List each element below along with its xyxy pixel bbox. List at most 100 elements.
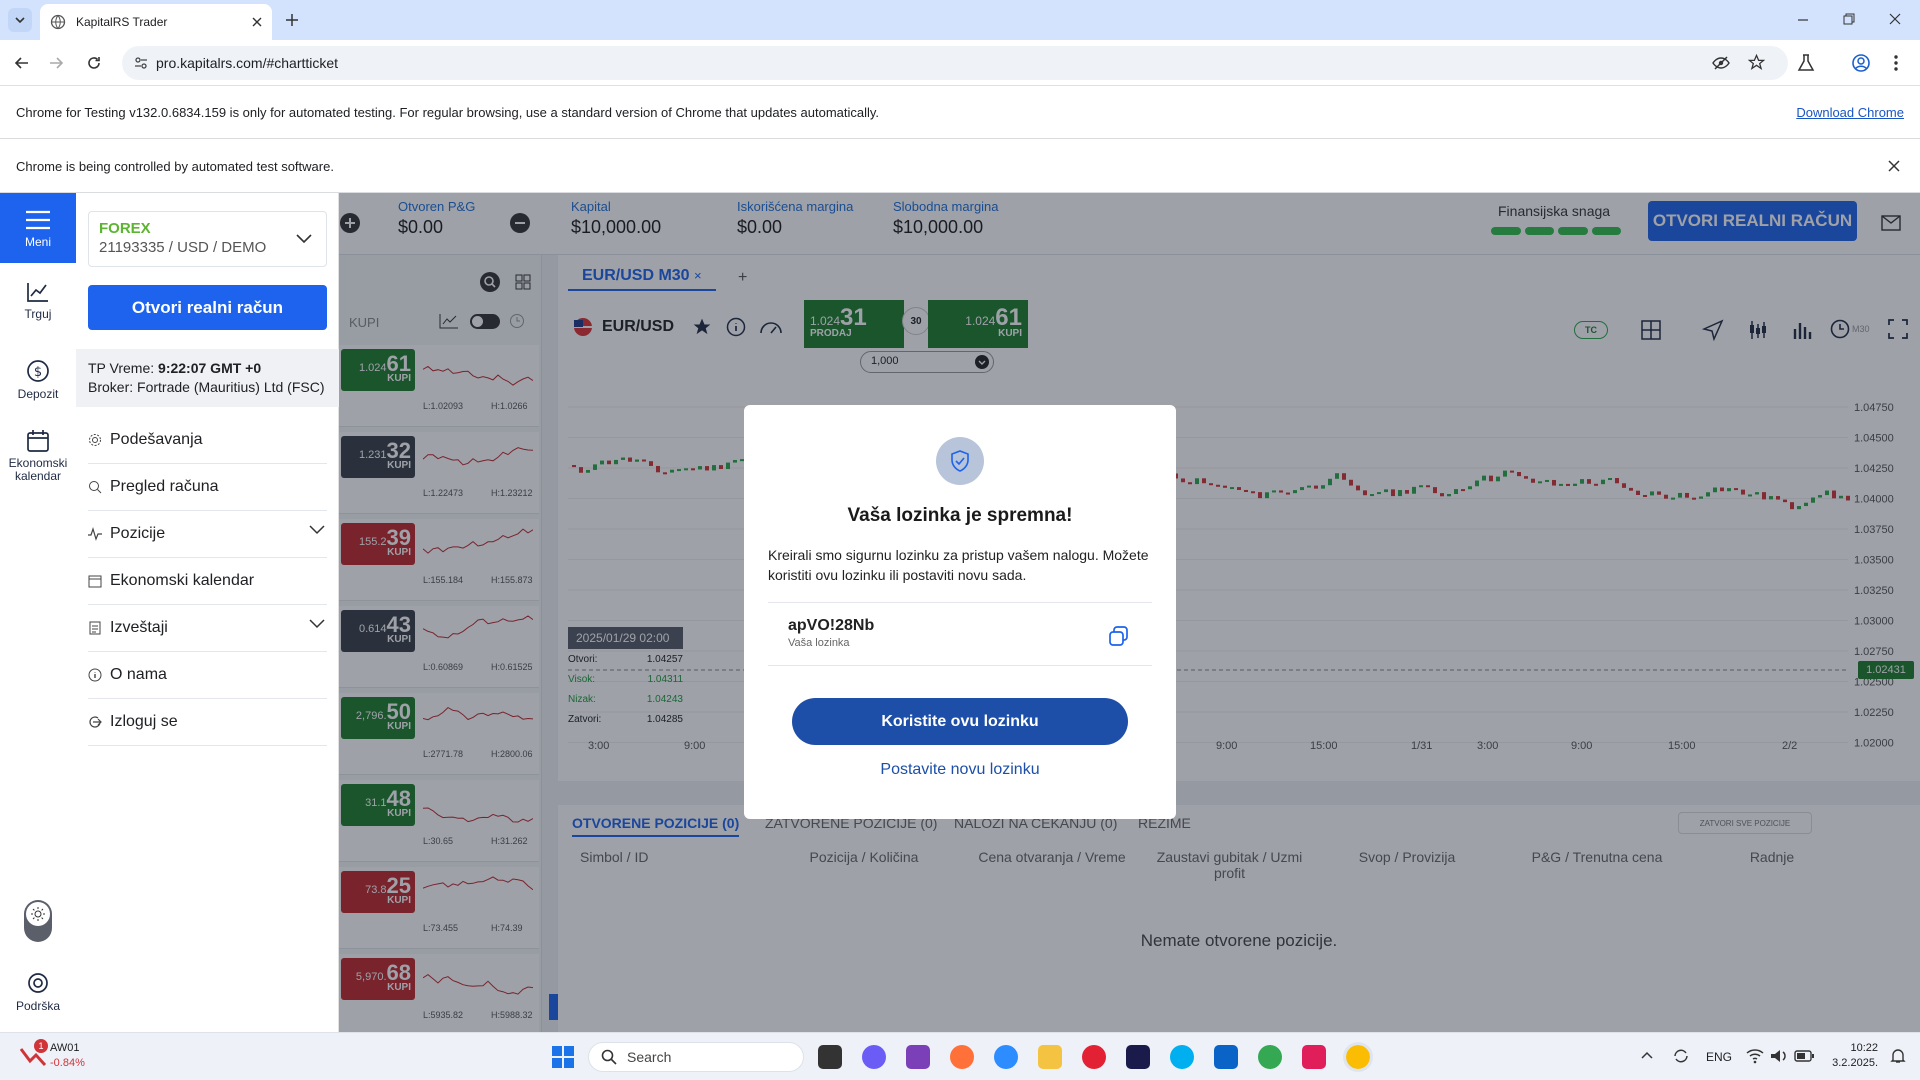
skype-icon[interactable] xyxy=(1170,1045,1194,1069)
rail-menu-button[interactable]: Meni xyxy=(0,193,76,263)
rail-trade-label: Trguj xyxy=(24,307,52,321)
notification-bell-icon[interactable] xyxy=(1890,1048,1906,1064)
gear-icon xyxy=(89,434,101,446)
browser-tab[interactable]: KapitalRS Trader xyxy=(40,4,272,40)
side-rail: Meni Trguj $ Depozit Ekonomski kalendar … xyxy=(0,193,76,1032)
account-id: 21193335 / USD / DEMO xyxy=(99,239,267,256)
testing-notice: Chrome for Testing v132.0.6834.159 is on… xyxy=(16,105,880,120)
menu-item-economic-calendar[interactable]: Ekonomski kalendar xyxy=(88,558,327,605)
language-indicator[interactable]: ENG xyxy=(1706,1050,1732,1064)
windows-start-icon[interactable] xyxy=(551,1045,575,1069)
volume-icon[interactable] xyxy=(1770,1048,1788,1064)
window-close-icon[interactable] xyxy=(1889,13,1901,25)
open-real-account-button[interactable]: Otvori realni račun xyxy=(88,285,327,330)
password-ready-dialog: Vaša lozinka je spremna! Kreirali smo si… xyxy=(744,405,1176,819)
account-type: FOREX xyxy=(99,220,151,237)
clock-time: 10:22 xyxy=(1850,1042,1878,1054)
chevron-down-icon xyxy=(15,17,25,24)
logout-icon xyxy=(89,716,102,728)
opera-icon[interactable] xyxy=(1082,1045,1106,1069)
bookmark-star-icon[interactable] xyxy=(1748,54,1765,71)
sun-icon xyxy=(31,907,45,921)
labs-flask-icon[interactable] xyxy=(1797,53,1815,73)
forward-arrow-icon[interactable] xyxy=(48,55,64,71)
chrome-testing-icon[interactable] xyxy=(1343,1042,1373,1072)
clock-date: 3.2.2025. xyxy=(1832,1057,1878,1069)
url-field[interactable]: pro.kapitalrs.com/#chartticket xyxy=(122,46,1788,80)
tp-time-box: TP Vreme: 9:22:07 GMT +0 Broker: Fortrad… xyxy=(76,349,339,407)
generated-password-box: apVO!28Nb Vaša lozinka xyxy=(768,602,1152,666)
chevron-down-icon xyxy=(309,619,325,629)
automation-notice: Chrome is being controlled by automated … xyxy=(16,158,334,174)
battery-icon[interactable] xyxy=(1794,1050,1814,1062)
url-text: pro.kapitalrs.com/#chartticket xyxy=(156,55,339,71)
tab-list-button[interactable] xyxy=(8,8,32,32)
support-headset-icon xyxy=(28,973,48,993)
copy-icon[interactable] xyxy=(1108,625,1130,647)
pulse-icon xyxy=(88,527,102,541)
profile-icon[interactable] xyxy=(1851,53,1871,73)
rail-calendar-button[interactable]: Ekonomski kalendar xyxy=(0,429,76,483)
new-tab-icon[interactable] xyxy=(284,12,300,28)
visual-studio-icon[interactable] xyxy=(906,1045,930,1069)
info-icon xyxy=(88,668,102,682)
file-explorer-icon[interactable] xyxy=(1038,1045,1062,1069)
rail-calendar-label-2: kalendar xyxy=(14,469,62,483)
dialog-title: Vaša lozinka je spremna! xyxy=(847,505,1073,526)
rail-support-button[interactable]: Podrška xyxy=(0,971,76,1013)
menu-item-account-overview[interactable]: Pregled računa xyxy=(88,464,327,511)
taskbar-search[interactable]: Search xyxy=(588,1042,804,1072)
search-icon xyxy=(601,1049,617,1065)
rail-menu-label: Meni xyxy=(24,235,51,249)
chevron-down-icon xyxy=(296,234,312,244)
menu-item-label: O nama xyxy=(110,666,167,683)
reload-icon[interactable] xyxy=(86,55,102,71)
rail-support-label: Podrška xyxy=(15,999,61,1013)
outlook-icon[interactable] xyxy=(1214,1045,1238,1069)
chrome-icon[interactable] xyxy=(1258,1045,1282,1069)
taskview-icon[interactable] xyxy=(818,1045,842,1069)
shield-check-icon xyxy=(951,450,969,472)
account-selector[interactable]: FOREX 21193335 / USD / DEMO xyxy=(88,211,327,267)
generated-password: apVO!28Nb xyxy=(788,617,875,634)
use-password-button[interactable]: Koristite ovu lozinku xyxy=(792,698,1128,745)
firefox-icon[interactable] xyxy=(950,1045,974,1069)
menu-item-settings[interactable]: Podešavanja xyxy=(88,417,327,464)
close-infobar-icon[interactable] xyxy=(1888,160,1900,172)
more-vert-icon[interactable] xyxy=(1893,54,1899,72)
windows-taskbar: 1 AW01 -0.84% Search ENG 10:22 3.2.2025. xyxy=(0,1032,1920,1080)
stock-widget[interactable]: 1 xyxy=(18,1039,52,1071)
theme-toggle[interactable] xyxy=(24,900,52,942)
menu-item-reports[interactable]: Izveštaji xyxy=(88,605,327,652)
site-info-icon[interactable] xyxy=(134,56,148,70)
set-new-password-link[interactable]: Postavite novu lozinku xyxy=(744,761,1176,779)
clock[interactable]: 10:22 3.2.2025. xyxy=(1826,1041,1878,1071)
slack-icon[interactable] xyxy=(1302,1045,1326,1069)
zoom-icon[interactable] xyxy=(994,1045,1018,1069)
broker-text: Broker: Fortrade (Mauritius) Ltd (FSC) xyxy=(88,379,325,395)
globe-icon xyxy=(50,14,66,30)
menu-item-positions[interactable]: Pozicije xyxy=(88,511,327,558)
wifi-icon[interactable] xyxy=(1746,1048,1764,1064)
dollar-coin-icon: $ xyxy=(27,360,49,382)
tab-title: KapitalRS Trader xyxy=(76,15,168,29)
close-tab-icon[interactable] xyxy=(252,17,262,27)
minimize-icon[interactable] xyxy=(1797,14,1809,26)
document-icon xyxy=(89,621,101,635)
sync-icon[interactable] xyxy=(1672,1047,1690,1065)
tray-overflow-icon[interactable] xyxy=(1641,1051,1653,1059)
browser-tab-bar: KapitalRS Trader xyxy=(0,0,1920,40)
eye-off-icon[interactable] xyxy=(1712,55,1730,71)
download-chrome-link[interactable]: Download Chrome xyxy=(1796,105,1904,120)
jetbrains-icon[interactable] xyxy=(1126,1045,1150,1069)
rail-deposit-button[interactable]: $ Depozit xyxy=(0,359,76,401)
menu-item-label: Ekonomski kalendar xyxy=(110,572,255,589)
back-arrow-icon[interactable] xyxy=(14,55,30,71)
copilot-icon[interactable] xyxy=(862,1045,886,1069)
menu-item-label: Podešavanja xyxy=(110,431,203,448)
menu-item-logout[interactable]: Izloguj se xyxy=(88,699,327,746)
rail-trade-button[interactable]: Trguj xyxy=(0,281,76,321)
stock-change: -0.84% xyxy=(50,1057,85,1069)
menu-item-about[interactable]: O nama xyxy=(88,652,327,699)
restore-icon[interactable] xyxy=(1843,13,1855,25)
